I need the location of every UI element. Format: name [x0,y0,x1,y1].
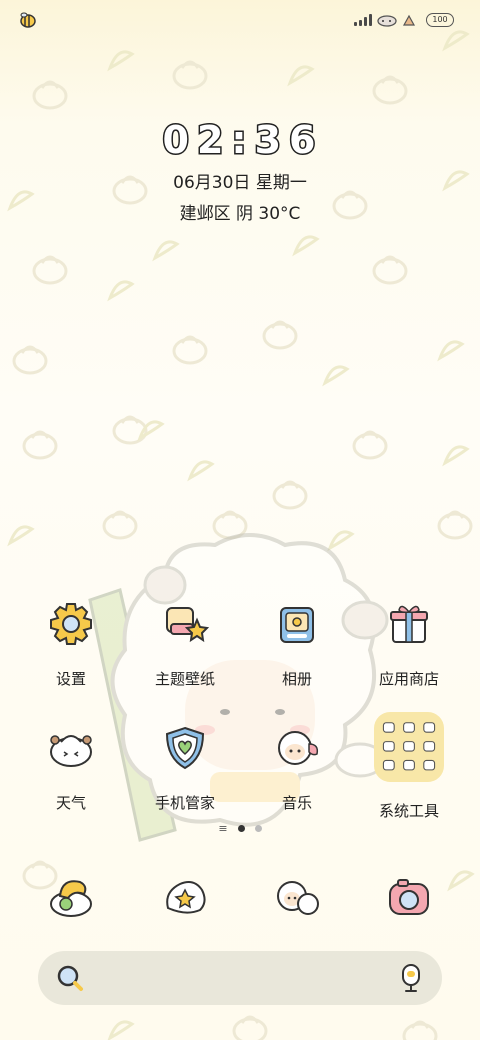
clock-weather: 建邺区 阴 30°C [179,204,301,224]
status-bar: 100 [0,0,480,40]
app-label: 主题壁纸 [154,670,215,688]
app-system-tools-folder[interactable]: 系统工具 [354,712,464,821]
theme-icon [166,607,210,643]
camera-icon [389,879,429,915]
bee-icon [20,12,36,28]
microphone-icon[interactable] [400,963,422,993]
gear-icon [50,603,92,645]
search-icon [57,965,83,991]
messages-icon [166,881,206,914]
dock-contacts[interactable] [242,872,352,926]
clock-time: 02:36 [161,117,318,164]
app-store[interactable]: 应用商店 [354,598,464,689]
wifi-sheep-icon [377,15,397,27]
shield-heart-icon [165,726,205,770]
page-indicator[interactable]: ≡ [0,822,480,835]
music-sheep-icon [278,731,319,765]
app-label: 音乐 [281,794,312,812]
app-label: 手机管家 [154,794,215,812]
app-settings[interactable]: 设置 [16,598,126,689]
signal-icon [354,14,372,26]
page-dot-active [237,825,245,832]
battery-indicator: 100 [426,13,454,27]
phone-icon [50,880,92,917]
tools-folder-icon [374,712,444,782]
app-theme[interactable]: 主题壁纸 [130,598,240,689]
clock-date: 06月30日 星期一 [173,173,307,193]
app-music[interactable]: 音乐 [242,722,352,813]
dock-camera[interactable] [354,872,464,926]
dock-phone[interactable] [16,872,126,926]
contacts-icon [277,881,319,915]
app-label: 应用商店 [378,670,439,688]
app-gallery[interactable]: 相册 [242,598,352,689]
dock-messages[interactable] [130,872,240,926]
network-icon [402,14,416,26]
gift-store-icon [390,605,428,643]
app-label: 系统工具 [378,802,439,820]
search-bar[interactable] [38,951,442,1005]
weather-bun-icon [50,735,92,767]
app-label: 设置 [55,670,86,688]
app-label: 相册 [281,670,312,688]
page-dot [254,825,262,832]
app-weather[interactable]: 天气 [16,722,126,813]
app-label: 天气 [55,794,86,812]
app-phone-manager[interactable]: 手机管家 [130,722,240,813]
gallery-icon [280,607,314,643]
clock-widget[interactable]: 02:36 06月30日 星期一 建邺区 阴 30°C [0,117,480,225]
menu-lines-icon: ≡ [218,822,228,835]
